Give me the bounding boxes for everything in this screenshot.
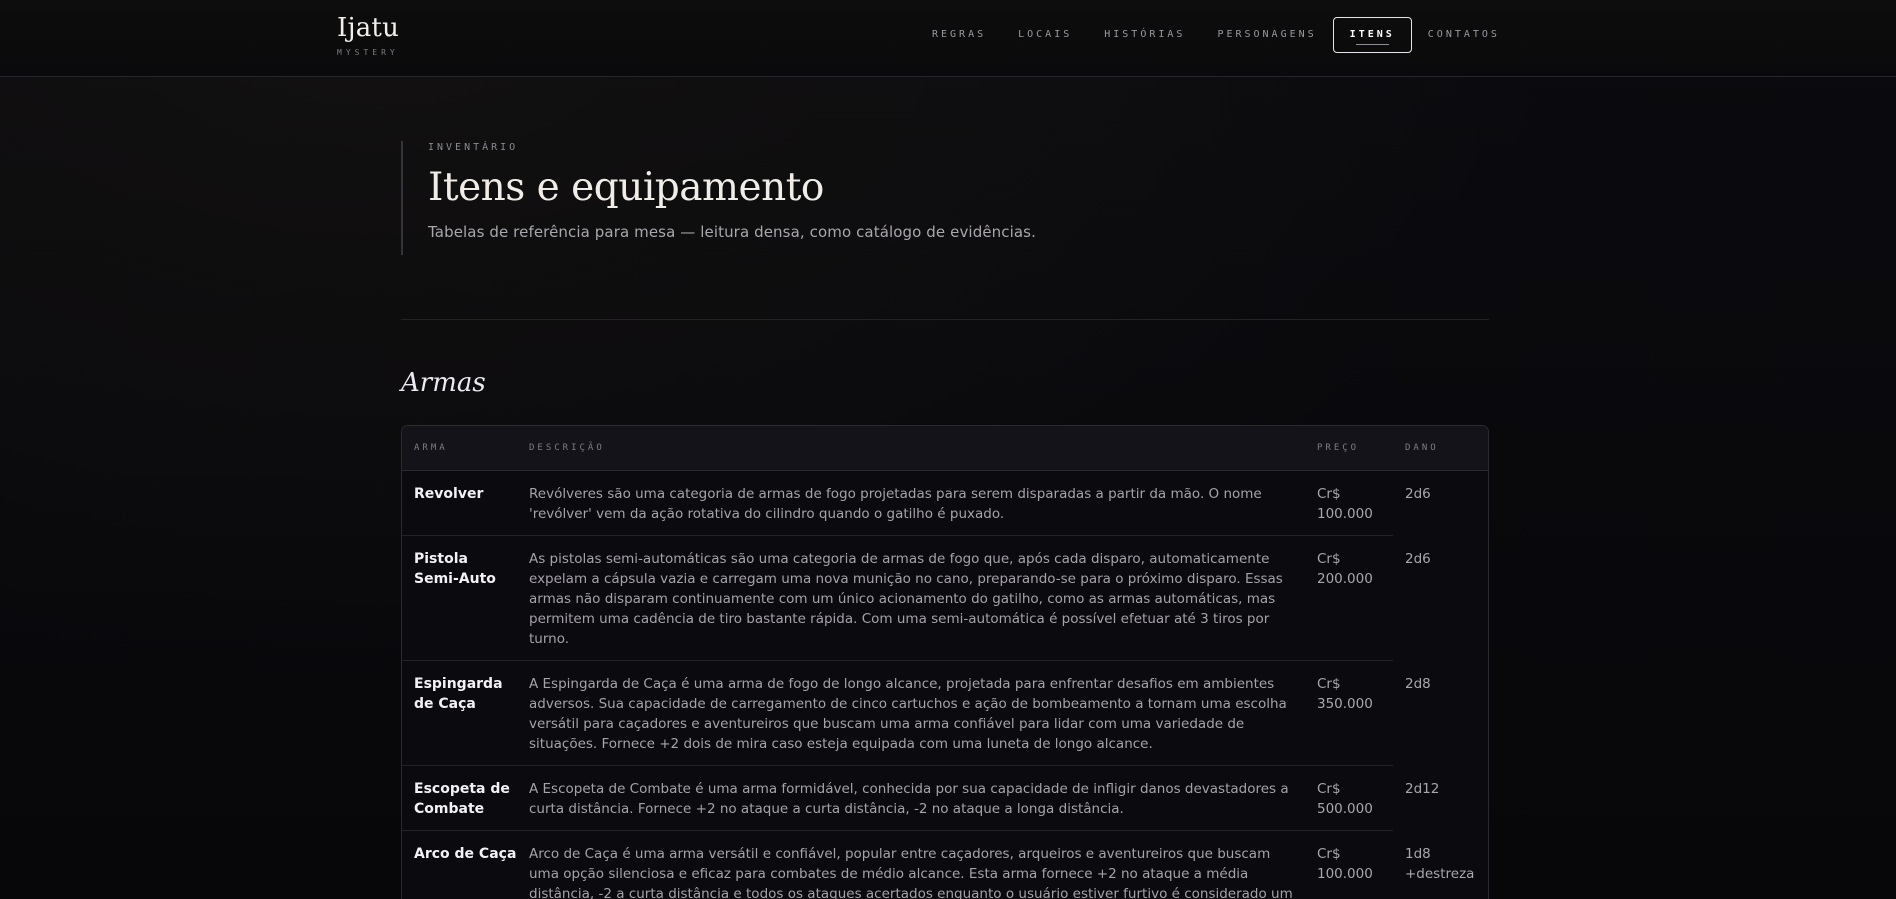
table-row: Revolver Revólveres são uma categoria de… [402, 471, 1488, 536]
column-header-dano: DANO [1405, 443, 1439, 453]
brand-subtitle: MYSTERY [337, 48, 399, 57]
nav-item-contatos[interactable]: CONTATOS [1412, 17, 1516, 53]
cell-dano: 2d6 [1405, 551, 1431, 567]
cell-preco: Cr$ 350.000 [1317, 676, 1373, 712]
cell-dano: 2d12 [1405, 781, 1440, 797]
cell-arma: Pistola Semi-Auto [414, 551, 496, 587]
nav-item-itens[interactable]: ITENS [1332, 17, 1412, 53]
table-header: ARMA DESCRIÇÃO PREÇO DANO [402, 426, 1488, 471]
section-title-armas: Armas [401, 368, 486, 398]
cell-descricao: Arco de Caça é uma arma versátil e confi… [529, 846, 1293, 899]
top-navbar: Ijatu MYSTERY REGRAS LOCAIS HISTÓRIAS PE… [0, 0, 1896, 77]
cell-arma: Escopeta de Combate [414, 781, 510, 817]
cell-descricao: A Espingarda de Caça é uma arma de fogo … [529, 676, 1287, 752]
cell-preco: Cr$ 100.000 [1317, 846, 1373, 882]
cell-dano: 2d6 [1405, 486, 1431, 502]
table-row: Arco de Caça Arco de Caça é uma arma ver… [402, 831, 1488, 899]
column-header-descricao: DESCRIÇÃO [529, 443, 605, 453]
cell-arma: Espingarda de Caça [414, 676, 503, 712]
table-row: Pistola Semi-Auto As pistolas semi-autom… [402, 536, 1488, 661]
cell-preco: Cr$ 200.000 [1317, 551, 1373, 587]
page-eyebrow: INVENTÁRIO [428, 142, 519, 153]
column-header-preco: PREÇO [1317, 443, 1360, 453]
brand-logo[interactable]: Ijatu MYSTERY [337, 13, 399, 57]
page-subtitle: Tabelas de referência para mesa — leitur… [428, 223, 1036, 241]
table-row: Espingarda de Caça A Espingarda de Caça … [402, 661, 1488, 766]
cell-dano: 2d8 [1405, 676, 1431, 692]
cell-descricao: A Escopeta de Combate é uma arma formidá… [529, 781, 1289, 817]
cell-dano: 1d8 +destreza [1405, 846, 1475, 882]
cell-arma: Arco de Caça [414, 846, 517, 862]
cell-arma: Revolver [414, 486, 484, 502]
table-row: Escopeta de Combate A Escopeta de Combat… [402, 766, 1488, 831]
nav-item-locais[interactable]: LOCAIS [1002, 17, 1088, 53]
nav-item-regras[interactable]: REGRAS [916, 17, 1002, 53]
nav-item-historias[interactable]: HISTÓRIAS [1088, 17, 1201, 53]
cell-descricao: Revólveres são uma categoria de armas de… [529, 486, 1262, 522]
column-header-arma: ARMA [414, 443, 448, 453]
section-divider [401, 319, 1489, 320]
main-nav: REGRAS LOCAIS HISTÓRIAS PERSONAGENS ITEN… [916, 17, 1516, 53]
page-header: INVENTÁRIO Itens e equipamento Tabelas d… [401, 141, 1036, 255]
page-title: Itens e equipamento [428, 165, 824, 210]
cell-preco: Cr$ 500.000 [1317, 781, 1373, 817]
brand-name: Ijatu [337, 13, 400, 43]
cell-descricao: As pistolas semi-automáticas são uma cat… [529, 551, 1283, 647]
cell-preco: Cr$ 100.000 [1317, 486, 1373, 522]
nav-item-personagens[interactable]: PERSONAGENS [1201, 17, 1332, 53]
weapons-table: ARMA DESCRIÇÃO PREÇO DANO Revolver Revól… [401, 425, 1489, 899]
